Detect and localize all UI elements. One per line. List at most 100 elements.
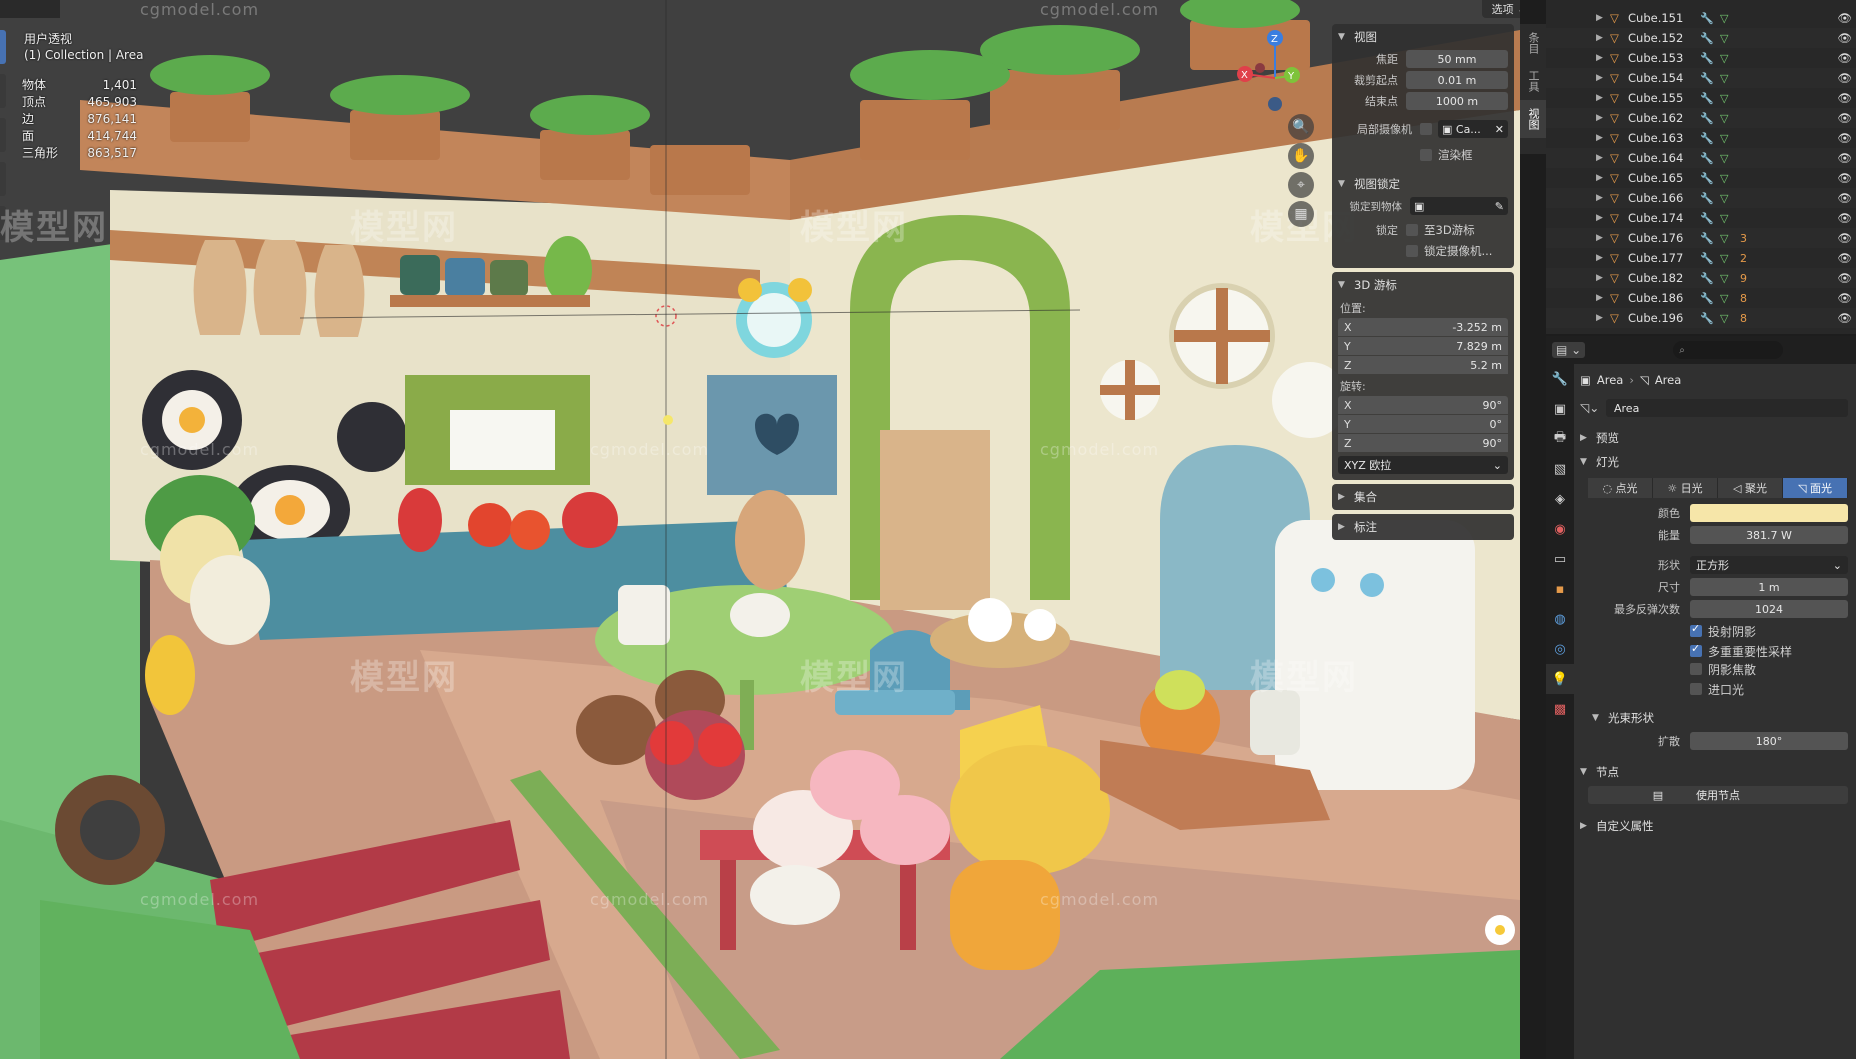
eyedropper-icon[interactable]: ✎ [1495, 200, 1504, 213]
max-bounces-field[interactable]: 1024 [1690, 600, 1848, 618]
tab-item[interactable]: 条目 [1520, 24, 1546, 62]
eye-icon[interactable]: 👁 [1837, 211, 1852, 225]
rotation-mode-select[interactable]: XYZ 欧拉 ⌄ [1338, 456, 1508, 474]
light-color-swatch[interactable] [1690, 504, 1848, 522]
mis-checkbox[interactable] [1690, 642, 1702, 657]
cursor-loc-y[interactable]: Y 7.829 m [1338, 337, 1508, 355]
portal-checkbox[interactable] [1690, 683, 1702, 695]
view-lock-header[interactable]: ▼ 视图锁定 [1338, 173, 1508, 195]
eye-icon[interactable]: 👁 [1837, 91, 1852, 105]
outliner-row[interactable]: ▶ ▽ Cube.186 🔧 ▽ 8 👁 [1546, 288, 1856, 308]
expand-arrow-icon[interactable]: ▶ [1596, 253, 1610, 263]
expand-arrow-icon[interactable]: ▶ [1596, 173, 1610, 183]
eye-icon[interactable]: 👁 [1837, 131, 1852, 145]
mesh-data-icon[interactable]: ▽ [1720, 192, 1740, 205]
tool-tab-icon[interactable]: 🔧 [1546, 364, 1574, 394]
modifier-wrench-icon[interactable]: 🔧 [1700, 292, 1720, 305]
pan-hand-icon[interactable]: ✋ [1288, 143, 1314, 169]
expand-arrow-icon[interactable]: ▶ [1596, 93, 1610, 103]
preview-section[interactable]: ▶ 预览 [1580, 426, 1856, 450]
focal-length-field[interactable]: 50 mm [1406, 50, 1508, 68]
render-tab-icon[interactable]: ▣ [1546, 394, 1574, 424]
mesh-data-icon[interactable]: ▽ [1720, 52, 1740, 65]
tool-select[interactable] [0, 30, 6, 64]
datablock-name-field[interactable]: Area [1606, 399, 1848, 417]
modifier-wrench-icon[interactable]: 🔧 [1700, 112, 1720, 125]
properties-search[interactable]: ⌕ [1673, 341, 1784, 359]
modifier-wrench-icon[interactable]: 🔧 [1700, 12, 1720, 25]
mesh-data-icon[interactable]: ▽ [1720, 312, 1740, 325]
light-type-spot[interactable]: ◁ 聚光 [1718, 478, 1783, 498]
power-field[interactable]: 381.7 W [1690, 526, 1848, 544]
cast-shadow-checkbox[interactable] [1690, 622, 1702, 637]
modifier-wrench-icon[interactable]: 🔧 [1700, 52, 1720, 65]
modifier-wrench-icon[interactable]: 🔧 [1700, 192, 1720, 205]
mesh-data-icon[interactable]: ▽ [1720, 232, 1740, 245]
local-camera-checkbox[interactable] [1420, 123, 1432, 135]
modifier-wrench-icon[interactable]: 🔧 [1700, 92, 1720, 105]
object-tab-icon[interactable]: ▪ [1546, 574, 1574, 604]
modifier-wrench-icon[interactable]: 🔧 [1700, 172, 1720, 185]
annotations-panel[interactable]: ▶ 标注 [1332, 514, 1514, 540]
cursor-rot-x[interactable]: X 90° [1338, 396, 1508, 414]
mesh-data-icon[interactable]: ▽ [1720, 272, 1740, 285]
eye-icon[interactable]: 👁 [1837, 11, 1852, 25]
cursor-loc-z[interactable]: Z 5.2 m [1338, 356, 1508, 374]
eye-icon[interactable]: 👁 [1837, 191, 1852, 205]
modifier-wrench-icon[interactable]: 🔧 [1700, 72, 1720, 85]
mesh-data-icon[interactable]: ▽ [1720, 152, 1740, 165]
cursor-rot-y[interactable]: Y 0° [1338, 415, 1508, 433]
lock-cursor-checkbox[interactable] [1406, 224, 1418, 236]
expand-arrow-icon[interactable]: ▶ [1596, 33, 1610, 43]
expand-arrow-icon[interactable]: ▶ [1596, 293, 1610, 303]
eye-icon[interactable]: 👁 [1837, 291, 1852, 305]
tool-cursor[interactable] [0, 74, 6, 108]
modifier-wrench-icon[interactable]: 🔧 [1700, 132, 1720, 145]
expand-arrow-icon[interactable]: ▶ [1596, 13, 1610, 23]
modifier-wrench-icon[interactable]: 🔧 [1700, 232, 1720, 245]
use-nodes-button[interactable]: ▤ 使用节点 [1588, 786, 1848, 804]
eye-icon[interactable]: 👁 [1837, 311, 1852, 325]
eye-icon[interactable]: 👁 [1837, 151, 1852, 165]
light-datablock-icon[interactable]: ◹⌄ [1580, 401, 1606, 415]
collection-tab-icon[interactable]: ▭ [1546, 544, 1574, 574]
light-data-tab-icon[interactable]: 💡 [1546, 664, 1574, 694]
modifier-wrench-icon[interactable]: 🔧 [1700, 212, 1720, 225]
expand-arrow-icon[interactable]: ▶ [1596, 313, 1610, 323]
expand-arrow-icon[interactable]: ▶ [1596, 233, 1610, 243]
editor-type-icon[interactable]: ▤ ⌄ [1552, 342, 1586, 358]
lock-object-field[interactable]: ▣ ✎ [1410, 197, 1508, 215]
clip-start-field[interactable]: 0.01 m [1406, 71, 1508, 89]
navigation-gizmo[interactable]: Z X Y [1230, 28, 1330, 118]
outliner-row[interactable]: ▶ ▽ Cube.174 🔧 ▽ 👁 [1546, 208, 1856, 228]
mesh-data-icon[interactable]: ▽ [1720, 212, 1740, 225]
custom-properties-section[interactable]: ▶ 自定义属性 [1580, 814, 1856, 838]
light-type-sun[interactable]: ☼ 日光 [1653, 478, 1718, 498]
mesh-data-icon[interactable]: ▽ [1720, 292, 1740, 305]
beam-shape-section[interactable]: ▼ 光束形状 [1580, 706, 1856, 730]
light-section[interactable]: ▼ 灯光 [1580, 450, 1856, 474]
mesh-data-icon[interactable]: ▽ [1720, 252, 1740, 265]
mesh-data-icon[interactable]: ▽ [1720, 112, 1740, 125]
eye-icon[interactable]: 👁 [1837, 231, 1852, 245]
outliner-row[interactable]: ▶ ▽ Cube.182 🔧 ▽ 9 👁 [1546, 268, 1856, 288]
expand-arrow-icon[interactable]: ▶ [1596, 153, 1610, 163]
mesh-data-icon[interactable]: ▽ [1720, 72, 1740, 85]
eye-icon[interactable]: 👁 [1837, 31, 1852, 45]
outliner-row[interactable]: ▶ ▽ Cube.196 🔧 ▽ 8 👁 [1546, 308, 1856, 328]
outliner-row[interactable]: ▶ ▽ Cube.177 🔧 ▽ 2 👁 [1546, 248, 1856, 268]
tool-rotate[interactable] [0, 162, 6, 196]
nodes-section[interactable]: ▼ 节点 [1580, 760, 1856, 784]
cursor-panel-header[interactable]: ▼ 3D 游标 [1338, 274, 1508, 296]
outliner-row[interactable]: ▶ ▽ Cube.165 🔧 ▽ 👁 [1546, 168, 1856, 188]
expand-arrow-icon[interactable]: ▶ [1596, 273, 1610, 283]
modifier-tab-icon[interactable]: ◍ [1546, 604, 1574, 634]
outliner-row[interactable]: ▶ ▽ Cube.163 🔧 ▽ 👁 [1546, 128, 1856, 148]
viewport-header-mini[interactable] [0, 0, 60, 18]
zoom-icon[interactable]: 🔍 [1288, 114, 1314, 140]
options-dropdown[interactable]: 选项 ⌄ [1482, 0, 1520, 18]
outliner-row[interactable]: ▶ ▽ Cube.164 🔧 ▽ 👁 [1546, 148, 1856, 168]
camera-view-icon[interactable]: ⌖ [1288, 172, 1314, 198]
eye-icon[interactable]: 👁 [1837, 71, 1852, 85]
modifier-wrench-icon[interactable]: 🔧 [1700, 32, 1720, 45]
